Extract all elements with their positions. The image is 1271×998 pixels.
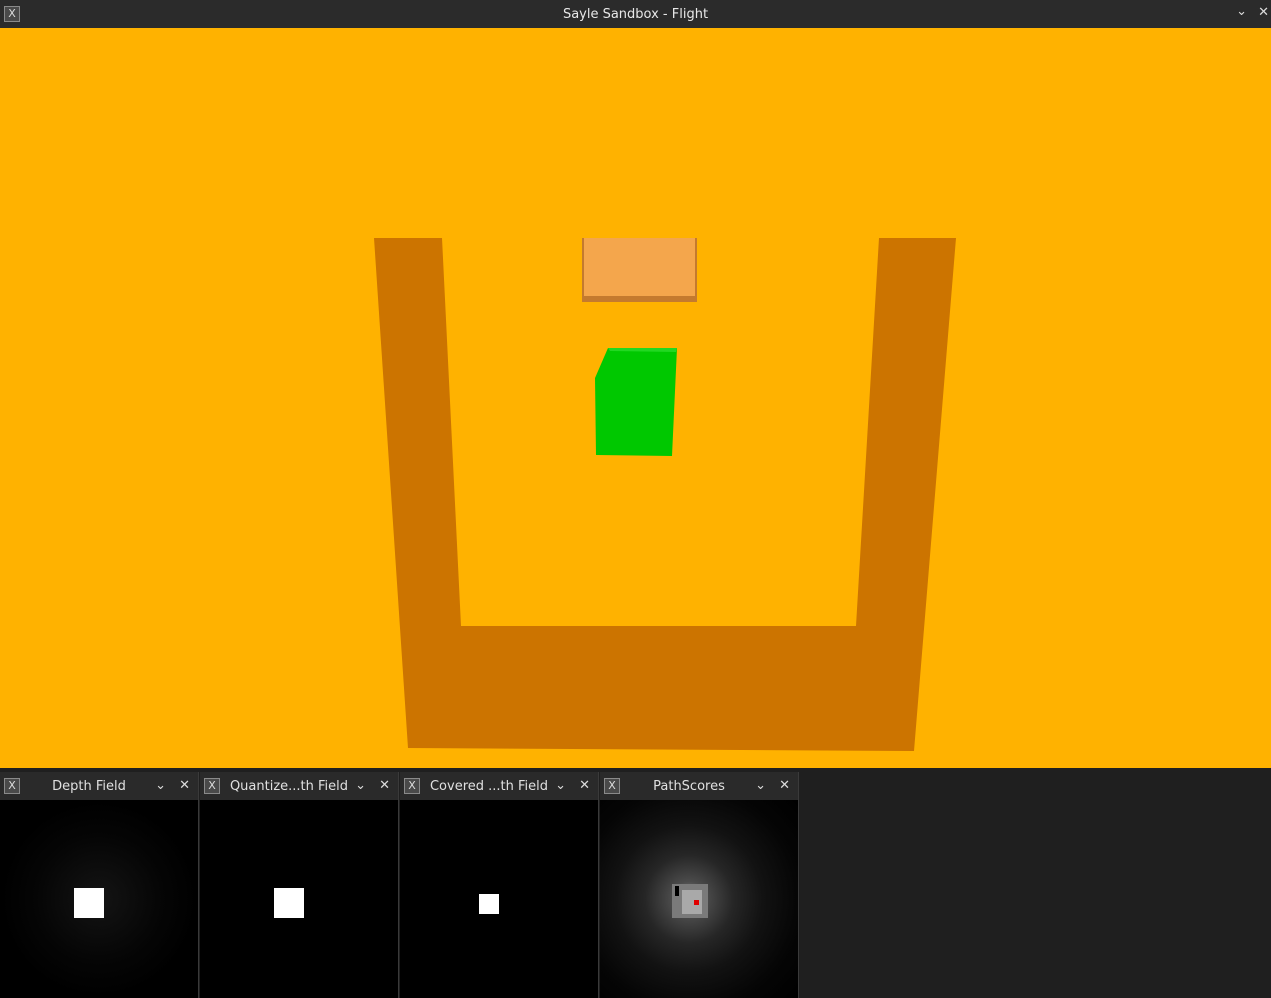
close-icon[interactable]: ✕ <box>1258 5 1269 20</box>
depth-field-view <box>0 800 198 998</box>
chevron-down-icon[interactable]: ⌄ <box>355 778 366 793</box>
light-block-face <box>584 238 695 296</box>
x-app-icon[interactable]: X <box>604 778 620 794</box>
window-titlebar[interactable]: X Sayle Sandbox - Flight ⌄ ✕ <box>0 0 1271 28</box>
x-app-icon[interactable]: X <box>4 778 20 794</box>
close-icon[interactable]: ✕ <box>579 778 590 793</box>
panel-titlebar[interactable]: X Quantize...th Field ⌄ ✕ <box>200 772 398 800</box>
bottom-dock: X Depth Field ⌄ ✕ X Quantize...th Field … <box>0 768 1271 998</box>
chevron-down-icon[interactable]: ⌄ <box>555 778 566 793</box>
panel-title: PathScores <box>653 778 725 794</box>
pathscore-red-marker <box>694 900 699 905</box>
pathscore-dark-marker <box>675 886 679 896</box>
minimize-icon[interactable]: ⌄ <box>1236 4 1247 19</box>
pathscores-view <box>600 800 798 998</box>
panel-title: Quantize...th Field <box>229 778 349 794</box>
x-app-icon[interactable]: X <box>404 778 420 794</box>
covered-blob <box>479 894 499 914</box>
window-title: Sayle Sandbox - Flight <box>562 6 709 22</box>
x-app-icon[interactable]: X <box>204 778 220 794</box>
scene-viewport[interactable] <box>0 28 1271 768</box>
panel-titlebar[interactable]: X Covered ...th Field ⌄ ✕ <box>400 772 598 800</box>
green-cube <box>595 348 677 456</box>
chevron-down-icon[interactable]: ⌄ <box>755 778 766 793</box>
depth-blob <box>74 888 104 918</box>
scene-render <box>0 28 1271 768</box>
close-icon[interactable]: ✕ <box>779 778 790 793</box>
depth-field-panel: X Depth Field ⌄ ✕ <box>0 772 199 998</box>
close-icon[interactable]: ✕ <box>179 778 190 793</box>
covered-depth-view <box>400 800 598 998</box>
quantized-depth-view <box>200 800 398 998</box>
quantized-blob <box>274 888 304 918</box>
pathscores-panel: X PathScores ⌄ ✕ <box>600 772 799 998</box>
quantized-depth-panel: X Quantize...th Field ⌄ ✕ <box>200 772 399 998</box>
x-app-icon[interactable]: X <box>4 6 20 22</box>
panel-title: Depth Field <box>52 778 126 794</box>
covered-depth-panel: X Covered ...th Field ⌄ ✕ <box>400 772 599 998</box>
chevron-down-icon[interactable]: ⌄ <box>155 778 166 793</box>
panel-titlebar[interactable]: X PathScores ⌄ ✕ <box>600 772 798 800</box>
panel-titlebar[interactable]: X Depth Field ⌄ ✕ <box>0 772 198 800</box>
pathscore-inner <box>682 890 702 914</box>
panel-title: Covered ...th Field <box>429 778 549 794</box>
close-icon[interactable]: ✕ <box>379 778 390 793</box>
